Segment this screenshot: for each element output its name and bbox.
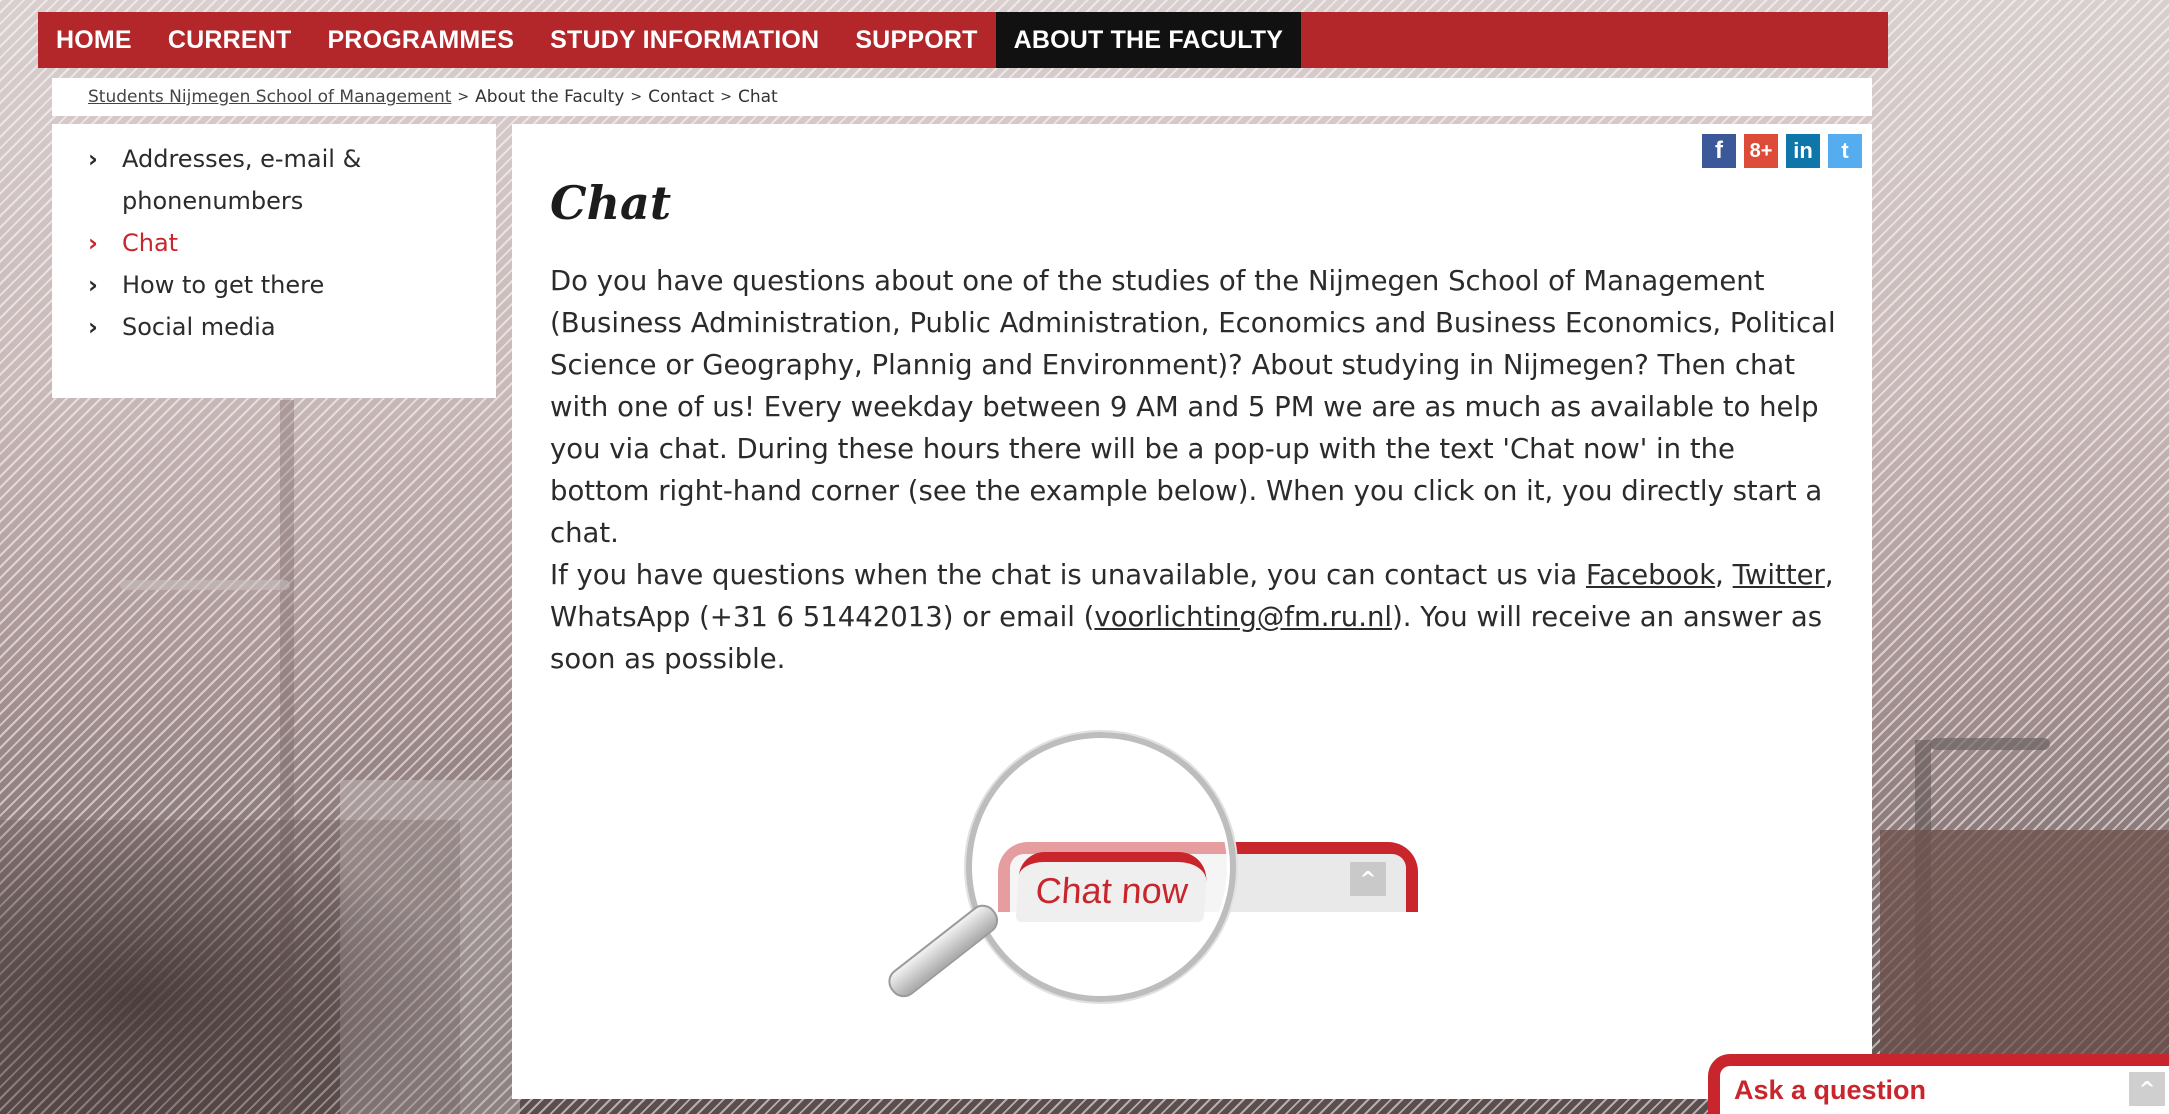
main-navigation: HOME CURRENT PROGRAMMES STUDY INFORMATIO… (38, 12, 1888, 68)
sidebar-item-chat[interactable]: › Chat (88, 222, 496, 264)
chevron-right-icon: › (88, 313, 98, 341)
breadcrumb-home-link[interactable]: Students Nijmegen School of Management (88, 87, 451, 107)
twitter-link[interactable]: Twitter (1733, 559, 1825, 591)
facebook-icon[interactable]: f (1702, 134, 1736, 168)
nav-programmes[interactable]: PROGRAMMES (309, 12, 532, 68)
intro-paragraph: Do you have questions about one of the s… (550, 265, 1836, 549)
breadcrumb-current: Chat (737, 87, 778, 107)
page-title: Chat (550, 176, 672, 230)
breadcrumb-item: Contact (648, 87, 715, 107)
email-link[interactable]: voorlichting@fm.ru.nl (1094, 601, 1392, 633)
sidebar: › Addresses, e-mail & phonenumbers › Cha… (52, 124, 496, 398)
sidebar-item-label: Chat (122, 229, 179, 257)
breadcrumb: Students Nijmegen School of Management >… (52, 78, 1872, 116)
nav-about-the-faculty[interactable]: ABOUT THE FACULTY (995, 12, 1302, 68)
chevron-right-icon: › (88, 145, 98, 173)
bg-lamp (120, 580, 290, 590)
facebook-link[interactable]: Facebook (1586, 559, 1715, 591)
chevron-right-icon: › (88, 229, 98, 257)
sidebar-item-label: How to get there (122, 271, 325, 299)
sidebar-item-social-media[interactable]: › Social media (88, 306, 496, 348)
example-chat-now-label: Chat now (1015, 852, 1209, 922)
ask-question-label: Ask a question (1734, 1074, 1927, 1105)
sidebar-item-how-to-get-there[interactable]: › How to get there (88, 264, 496, 306)
contact-paragraph: If you have questions when the chat is u… (550, 559, 1834, 675)
twitter-icon[interactable]: t (1828, 134, 1862, 168)
breadcrumb-item: About the Faculty (475, 87, 625, 107)
linkedin-icon[interactable]: in (1786, 134, 1820, 168)
nav-current[interactable]: CURRENT (150, 12, 310, 68)
bg-lamp-right (1930, 738, 2050, 750)
ask-question-widget[interactable]: Ask a question ^ (1708, 1054, 2169, 1114)
breadcrumb-separator: > (457, 89, 470, 105)
nav-study-information[interactable]: STUDY INFORMATION (532, 12, 837, 68)
nav-support[interactable]: SUPPORT (837, 12, 995, 68)
social-share: f 8+ in t (1702, 134, 1862, 168)
breadcrumb-separator: > (720, 89, 732, 105)
sidebar-item-addresses[interactable]: › Addresses, e-mail & phonenumbers (88, 138, 496, 222)
bg-shadow (0, 820, 460, 1114)
google-plus-icon[interactable]: 8+ (1744, 134, 1778, 168)
sidebar-item-label: Addresses, e-mail & phonenumbers (122, 145, 362, 215)
chevron-up-icon: ^ (1350, 862, 1386, 896)
sidebar-item-label: Social media (122, 313, 276, 341)
breadcrumb-separator: > (630, 89, 643, 105)
main-content: f 8+ in t Chat Do you have questions abo… (512, 124, 1872, 1099)
chevron-right-icon: › (88, 271, 98, 299)
magnifier-handle (882, 899, 1004, 1003)
chevron-up-icon[interactable]: ^ (2129, 1072, 2165, 1106)
nav-home[interactable]: HOME (38, 12, 150, 68)
chat-now-example-image: ^ Chat now (882, 724, 1418, 1044)
